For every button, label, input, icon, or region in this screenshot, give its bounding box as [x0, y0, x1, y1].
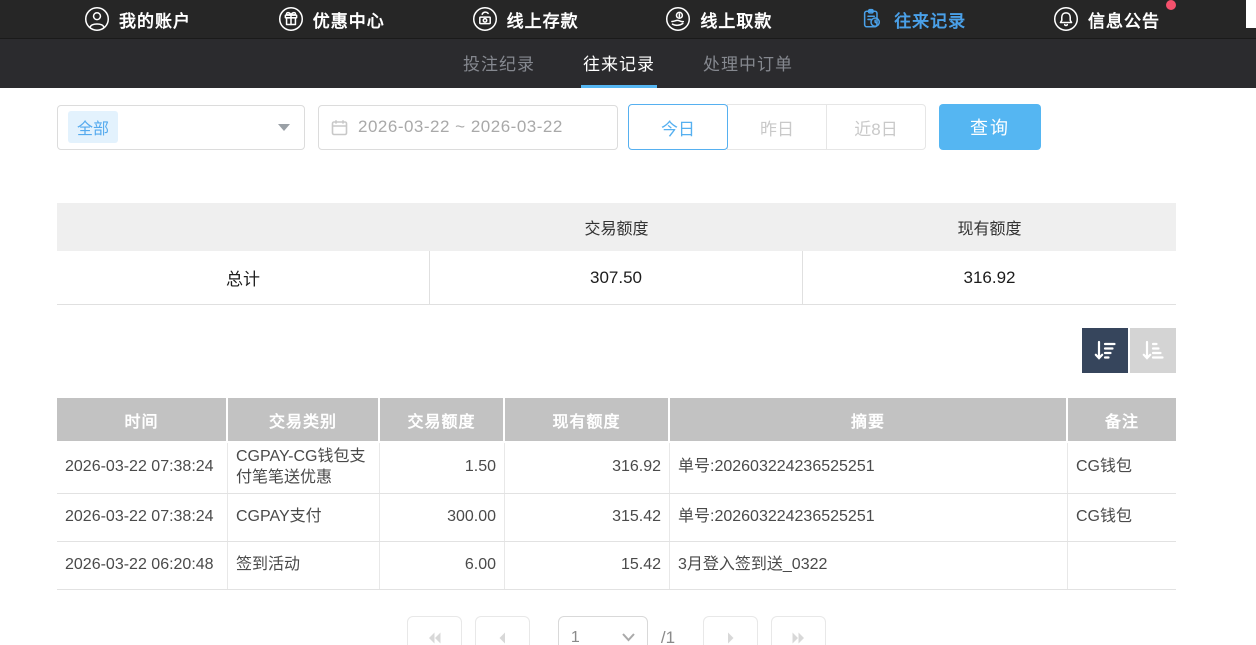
sort-descending-button[interactable] [1082, 328, 1128, 373]
cell-time: 2026-03-22 07:38:24 [57, 494, 228, 541]
date-range-input[interactable]: 2026-03-22 ~ 2026-03-22 [318, 105, 618, 150]
records-icon [859, 6, 885, 32]
scrollbar-corner [1246, 0, 1256, 28]
nav-item-transaction-records[interactable]: 往来记录 [859, 6, 966, 32]
cell-remark: CG钱包 [1068, 494, 1176, 541]
query-button[interactable]: 查询 [939, 104, 1041, 150]
last-page-button[interactable] [771, 616, 826, 645]
cell-balance: 15.42 [505, 542, 670, 589]
nav-label: 信息公告 [1088, 7, 1160, 32]
double-arrow-right-icon [789, 628, 809, 645]
nav-item-deposit[interactable]: 线上存款 [472, 6, 579, 32]
cell-type: CGPAY支付 [228, 494, 380, 541]
nav-item-promotions[interactable]: 优惠中心 [278, 6, 385, 32]
nav-label: 优惠中心 [313, 7, 385, 32]
nav-item-announcements[interactable]: 信息公告 [1053, 6, 1160, 32]
cell-type: CGPAY-CG钱包支付笔笔送优惠 [228, 443, 380, 493]
sort-ascending-icon [1139, 337, 1167, 365]
col-type: 交易类别 [228, 398, 380, 441]
table-row: 2026-03-22 06:20:48 签到活动 6.00 15.42 3月登入… [57, 542, 1176, 590]
top-navigation: 我的账户 优惠中心 线上存款 线上取款 往来记录 信息公告 [0, 0, 1256, 38]
cell-balance: 316.92 [505, 443, 670, 493]
cell-remark [1068, 542, 1176, 589]
col-time: 时间 [57, 398, 228, 441]
pagination: 1 /1 [57, 616, 1176, 645]
nav-item-withdraw[interactable]: 线上取款 [665, 6, 772, 32]
yesterday-button[interactable]: 昨日 [727, 104, 827, 150]
nav-label: 线上取款 [700, 7, 772, 32]
summary-header-transaction: 交易额度 [430, 203, 803, 251]
cell-amount: 300.00 [380, 494, 505, 541]
tab-bar: 投注纪录 往来记录 处理中订单 [0, 38, 1256, 88]
cell-balance: 315.42 [505, 494, 670, 541]
notification-badge [1166, 0, 1176, 10]
filter-bar: 全部 2026-03-22 ~ 2026-03-22 今日 昨日 近8日 查询 [57, 104, 1256, 150]
page-total-label: /1 [661, 628, 675, 645]
summary-total-label: 总计 [57, 251, 430, 304]
sort-controls [57, 328, 1176, 373]
tab-betting-records[interactable]: 投注纪录 [461, 39, 537, 88]
quick-date-group: 今日 昨日 近8日 [628, 104, 926, 150]
previous-page-button[interactable] [475, 616, 530, 645]
records-table: 时间 交易类别 交易额度 现有额度 摘要 备注 2026-03-22 07:38… [57, 398, 1176, 590]
summary-total-row: 总计 307.50 316.92 [57, 251, 1176, 305]
type-select[interactable]: 全部 [57, 105, 305, 150]
page-select-value: 1 [571, 629, 580, 645]
bell-icon [1053, 6, 1079, 32]
nav-label: 我的账户 [119, 7, 191, 32]
nav-label: 线上存款 [507, 7, 579, 32]
first-page-button[interactable] [407, 616, 462, 645]
summary-header-row: 交易额度 现有额度 [57, 203, 1176, 251]
summary-balance-total: 316.92 [803, 251, 1176, 304]
col-summary: 摘要 [670, 398, 1068, 441]
cell-summary: 3月登入签到送_0322 [670, 542, 1068, 589]
sort-ascending-button[interactable] [1130, 328, 1176, 373]
user-icon [84, 6, 110, 32]
cell-summary: 单号:202603224236525251 [670, 443, 1068, 493]
cell-amount: 1.50 [380, 443, 505, 493]
cell-type: 签到活动 [228, 542, 380, 589]
cell-time: 2026-03-22 07:38:24 [57, 443, 228, 493]
gift-icon [278, 6, 304, 32]
calendar-icon [331, 119, 348, 136]
next-page-button[interactable] [703, 616, 758, 645]
type-select-value: 全部 [68, 111, 118, 143]
last-8-days-button[interactable]: 近8日 [826, 104, 926, 150]
arrow-right-icon [721, 628, 741, 645]
page-select[interactable]: 1 [558, 616, 648, 645]
nav-label: 往来记录 [894, 7, 966, 32]
table-row: 2026-03-22 07:38:24 CGPAY支付 300.00 315.4… [57, 494, 1176, 542]
col-remark: 备注 [1068, 398, 1176, 441]
cell-amount: 6.00 [380, 542, 505, 589]
arrow-left-icon [492, 628, 512, 645]
cell-summary: 单号:202603224236525251 [670, 494, 1068, 541]
col-amount: 交易额度 [380, 398, 505, 441]
records-header-row: 时间 交易类别 交易额度 现有额度 摘要 备注 [57, 398, 1176, 443]
withdraw-icon [665, 6, 691, 32]
cell-remark: CG钱包 [1068, 443, 1176, 493]
summary-table: 交易额度 现有额度 总计 307.50 316.92 [57, 203, 1176, 305]
tab-transaction-records[interactable]: 往来记录 [581, 39, 657, 88]
chevron-down-icon [622, 633, 635, 642]
tab-processing-orders[interactable]: 处理中订单 [701, 39, 795, 88]
summary-header-balance: 现有额度 [803, 203, 1176, 251]
sort-descending-icon [1091, 337, 1119, 365]
col-balance: 现有额度 [505, 398, 670, 441]
date-range-value: 2026-03-22 ~ 2026-03-22 [358, 117, 563, 137]
nav-item-my-account[interactable]: 我的账户 [84, 6, 191, 32]
chevron-down-icon [278, 124, 290, 131]
summary-transaction-total: 307.50 [430, 251, 803, 304]
summary-header-empty [57, 203, 430, 251]
cell-time: 2026-03-22 06:20:48 [57, 542, 228, 589]
double-arrow-left-icon [424, 628, 444, 645]
deposit-icon [472, 6, 498, 32]
today-button[interactable]: 今日 [628, 104, 728, 150]
table-row: 2026-03-22 07:38:24 CGPAY-CG钱包支付笔笔送优惠 1.… [57, 443, 1176, 494]
